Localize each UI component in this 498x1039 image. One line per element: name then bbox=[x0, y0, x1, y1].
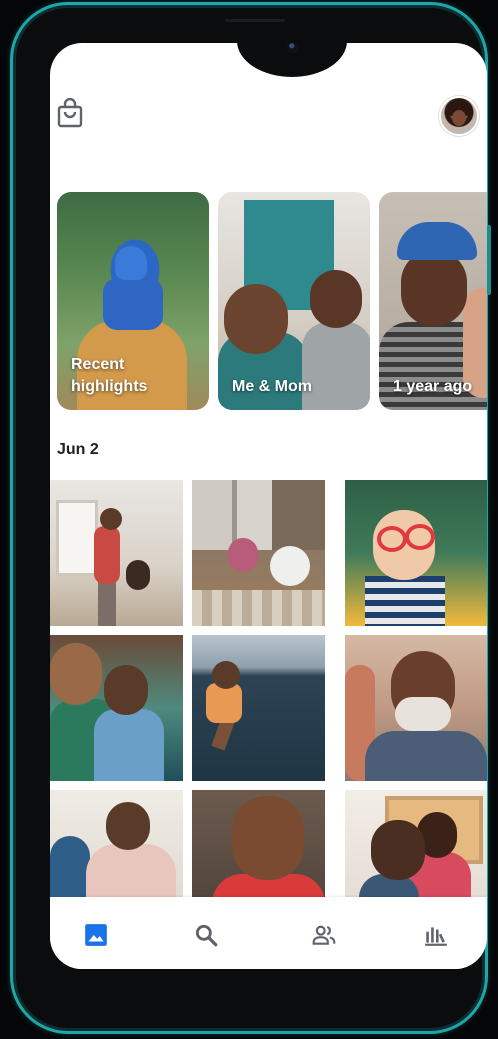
photos-icon bbox=[85, 924, 107, 946]
photo-thumbnail[interactable] bbox=[345, 635, 487, 781]
photo-shape bbox=[377, 526, 407, 552]
memory-card-me-and-mom[interactable]: Me & Mom bbox=[218, 192, 370, 410]
photo-thumbnail[interactable] bbox=[50, 480, 183, 626]
nav-photos-tab[interactable] bbox=[76, 915, 116, 955]
photo-shape bbox=[115, 246, 147, 280]
photo-shape bbox=[103, 278, 163, 330]
photo-shape bbox=[224, 284, 288, 354]
photo-shape bbox=[126, 560, 150, 590]
photo-shape bbox=[206, 683, 242, 723]
photo-shape bbox=[397, 222, 477, 260]
memories-carousel: Recent highlights Me & Mom 1 year ago bbox=[57, 192, 487, 410]
memory-card-label: Recent highlights bbox=[71, 356, 148, 395]
photo-shape bbox=[405, 524, 435, 550]
photo-shape bbox=[270, 546, 310, 586]
bottom-navigation-bar bbox=[50, 897, 487, 969]
photo-shape bbox=[100, 508, 122, 530]
nav-search-tab[interactable] bbox=[186, 915, 226, 955]
top-app-bar bbox=[50, 43, 487, 173]
photo-shape bbox=[228, 538, 258, 572]
photo-shape bbox=[106, 802, 150, 850]
photo-shape bbox=[371, 820, 425, 880]
photo-shape bbox=[212, 661, 240, 689]
photo-shape bbox=[192, 480, 325, 550]
memory-card-label: 1 year ago bbox=[393, 378, 473, 395]
photo-shape bbox=[365, 576, 445, 626]
nav-library-tab[interactable] bbox=[416, 915, 456, 955]
photo-shape bbox=[395, 697, 451, 731]
memory-card-1-year-ago[interactable]: 1 year ago bbox=[379, 192, 487, 410]
photo-shape bbox=[94, 709, 164, 781]
library-icon bbox=[425, 927, 447, 946]
photo-shape bbox=[192, 590, 325, 626]
photo-shape bbox=[56, 500, 98, 576]
phone-frame: Recent highlights Me & Mom 1 year ago Ju… bbox=[10, 2, 491, 1034]
photo-shape bbox=[232, 796, 304, 880]
search-icon bbox=[195, 924, 218, 947]
photo-thumbnail[interactable] bbox=[192, 480, 325, 626]
photo-thumbnail[interactable] bbox=[345, 480, 487, 626]
photo-shape bbox=[98, 580, 116, 626]
shopping-bag-icon[interactable] bbox=[57, 98, 83, 128]
photo-shape bbox=[365, 731, 487, 781]
sharing-icon bbox=[312, 925, 336, 945]
photo-shape bbox=[50, 643, 102, 705]
photo-shape bbox=[302, 322, 370, 410]
nav-sharing-tab[interactable] bbox=[304, 915, 344, 955]
side-button bbox=[487, 225, 491, 295]
profile-avatar[interactable] bbox=[439, 96, 479, 136]
phone-screen: Recent highlights Me & Mom 1 year ago Ju… bbox=[50, 43, 487, 969]
avatar-face bbox=[452, 110, 466, 126]
photo-thumbnail[interactable] bbox=[192, 635, 325, 781]
photo-shape bbox=[94, 526, 120, 584]
photo-shape bbox=[104, 665, 148, 715]
photo-shape bbox=[401, 250, 467, 326]
memory-card-recent-highlights[interactable]: Recent highlights bbox=[57, 192, 209, 410]
earpiece-speaker bbox=[225, 19, 285, 22]
photo-shape bbox=[310, 270, 362, 328]
section-date-header: Jun 2 bbox=[57, 441, 99, 458]
photo-thumbnail[interactable] bbox=[50, 635, 183, 781]
memory-card-label: Me & Mom bbox=[232, 378, 312, 395]
